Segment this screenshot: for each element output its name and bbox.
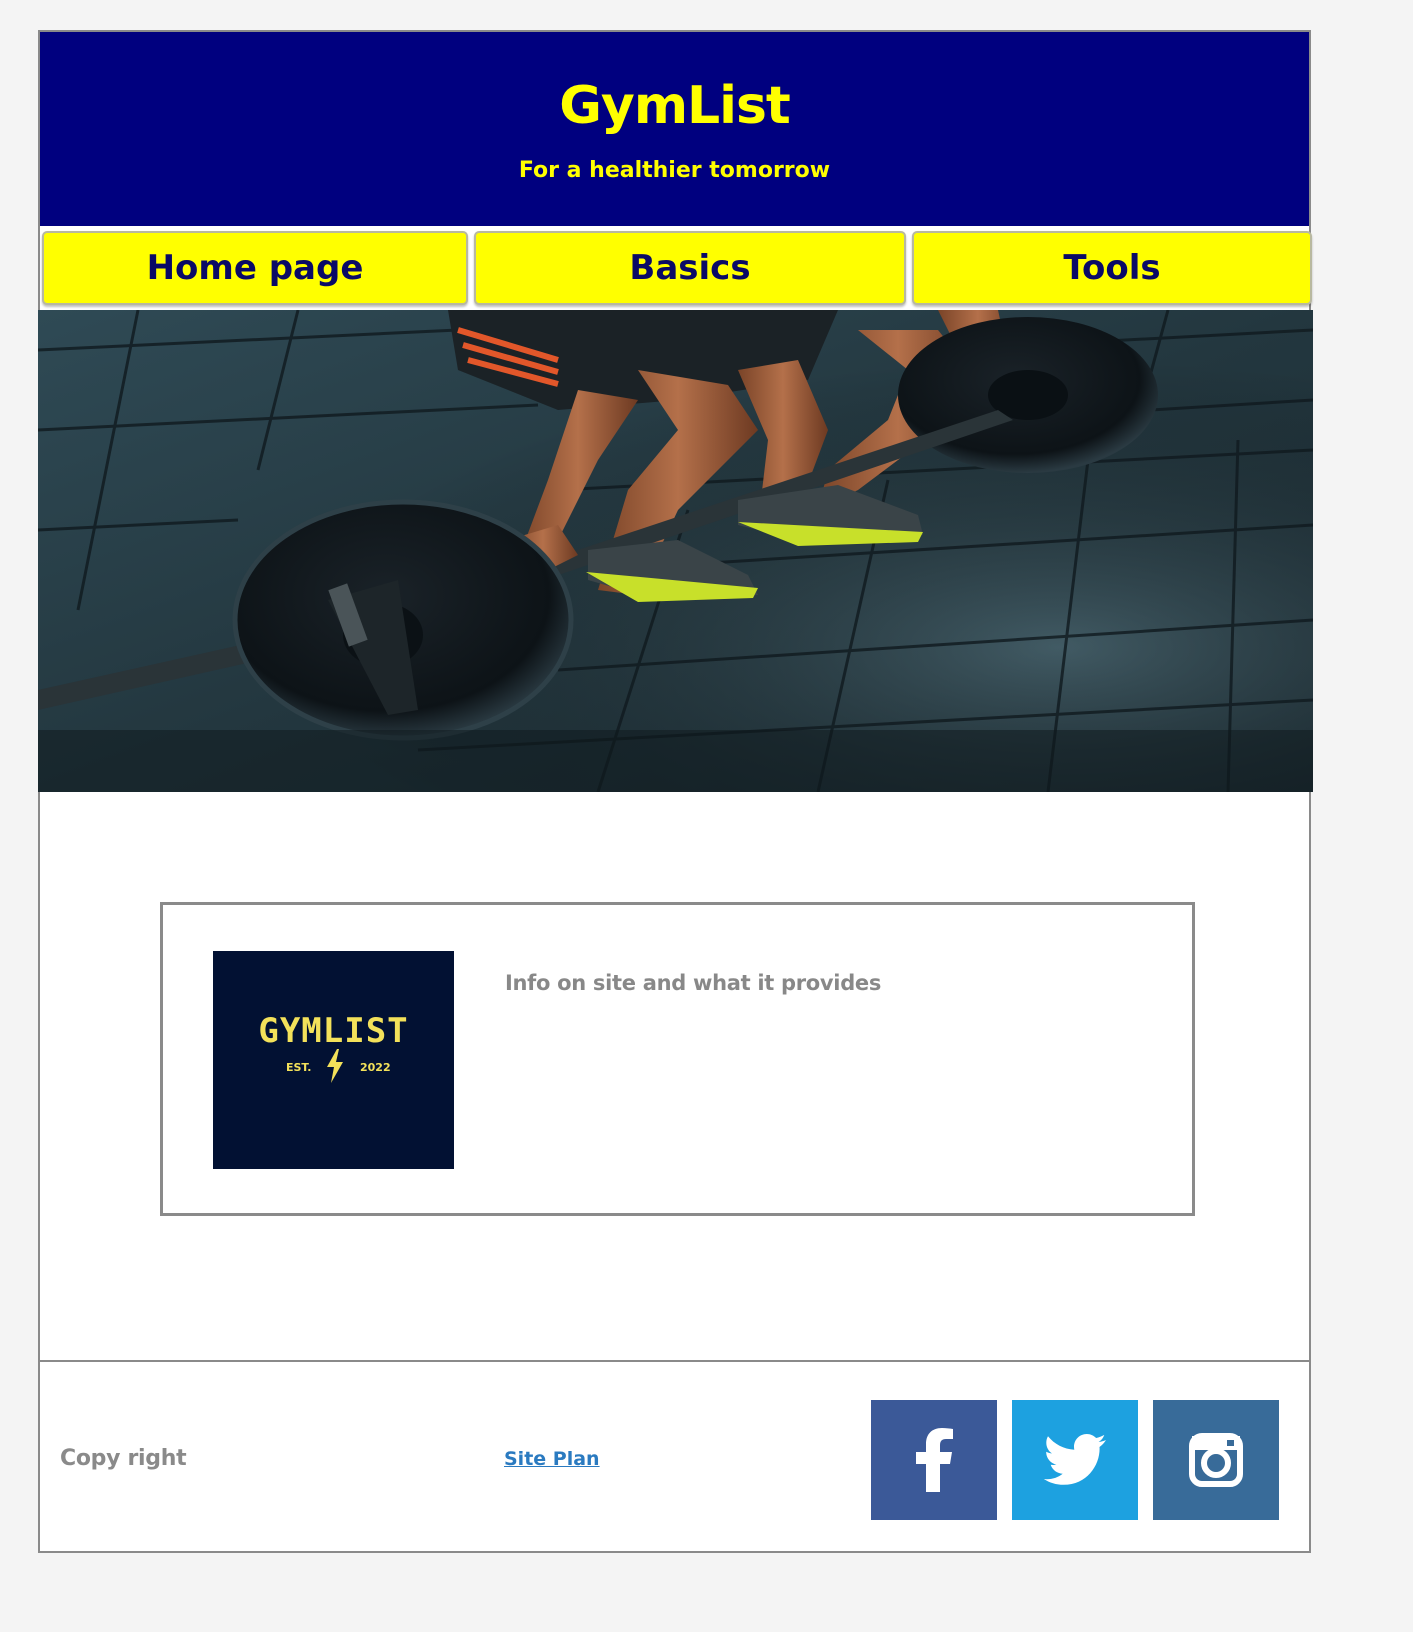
logo-est-label: EST. — [286, 1061, 312, 1074]
instagram-icon — [1189, 1433, 1243, 1487]
nav-basics-button[interactable]: Basics — [474, 231, 906, 305]
footer-divider — [40, 1360, 1309, 1362]
site-title: GymList — [559, 76, 791, 136]
copyright-text: Copy right — [60, 1446, 187, 1471]
facebook-button[interactable] — [871, 1400, 997, 1520]
info-description: Info on site and what it provides — [505, 971, 882, 995]
facebook-icon — [916, 1428, 953, 1492]
site-tagline: For a healthier tomorrow — [518, 158, 831, 183]
nav-home-button[interactable]: Home page — [42, 231, 468, 305]
instagram-button[interactable] — [1153, 1400, 1279, 1520]
gymlist-logo: GYMLIST EST. 2022 — [213, 951, 454, 1169]
logo-wordmark: GYMLIST — [258, 1011, 409, 1051]
logo-year-label: 2022 — [360, 1061, 391, 1074]
nav-tools-button[interactable]: Tools — [912, 231, 1312, 305]
twitter-button[interactable] — [1012, 1400, 1138, 1520]
page-container: GymList For a healthier tomorrow Home pa… — [38, 30, 1313, 1553]
site-header: GymList For a healthier tomorrow — [40, 32, 1309, 226]
hero-image — [38, 310, 1313, 792]
site-plan-link[interactable]: Site Plan — [504, 1448, 600, 1470]
lightning-bolt-icon — [327, 1049, 343, 1083]
main-nav: Home page Basics Tools — [40, 228, 1312, 308]
twitter-icon — [1043, 1434, 1106, 1485]
info-box: GYMLIST EST. 2022 Info on site and what … — [160, 902, 1195, 1216]
